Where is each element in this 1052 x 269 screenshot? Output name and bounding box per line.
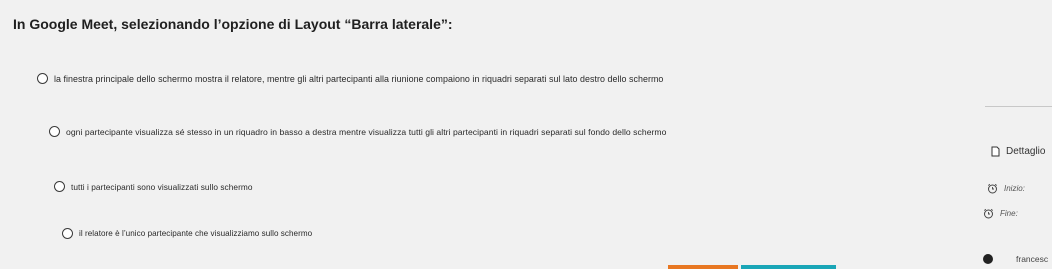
progress-segment-orange <box>668 265 738 269</box>
end-time: Fine: <box>983 208 1018 219</box>
answer-option-label: la finestra principale dello schermo mos… <box>54 73 664 84</box>
question-title: In Google Meet, selezionando l’opzione d… <box>13 16 453 32</box>
answer-option-label: il relatore è l’unico partecipante che v… <box>79 229 313 238</box>
answer-option-3[interactable]: tutti i partecipanti sono visualizzati s… <box>54 181 253 192</box>
radio-button[interactable] <box>37 73 48 84</box>
answer-option-4[interactable]: il relatore è l’unico partecipante che v… <box>62 228 312 239</box>
start-time: Inizio: <box>987 183 1025 194</box>
end-label: Fine: <box>1000 209 1018 218</box>
answer-option-2[interactable]: ogni partecipante visualizza sé stesso i… <box>49 126 666 137</box>
user-info: francesc <box>983 254 1048 264</box>
document-icon <box>991 146 1000 157</box>
radio-button[interactable] <box>62 228 73 239</box>
start-label: Inizio: <box>1004 184 1025 193</box>
answer-option-1[interactable]: la finestra principale dello schermo mos… <box>37 73 663 84</box>
answer-option-label: tutti i partecipanti sono visualizzati s… <box>71 181 253 192</box>
sidebar-divider <box>985 106 1052 107</box>
alarm-clock-icon <box>983 208 994 219</box>
radio-button[interactable] <box>49 126 60 137</box>
details-link[interactable]: Dettaglio <box>991 146 1045 157</box>
answer-option-label: ogni partecipante visualizza sé stesso i… <box>66 126 667 137</box>
details-label: Dettaglio <box>1006 146 1046 157</box>
alarm-clock-icon <box>987 183 998 194</box>
progress-segment-teal <box>741 265 836 269</box>
avatar <box>983 254 993 264</box>
radio-button[interactable] <box>54 181 65 192</box>
user-name: francesc <box>1016 254 1049 264</box>
